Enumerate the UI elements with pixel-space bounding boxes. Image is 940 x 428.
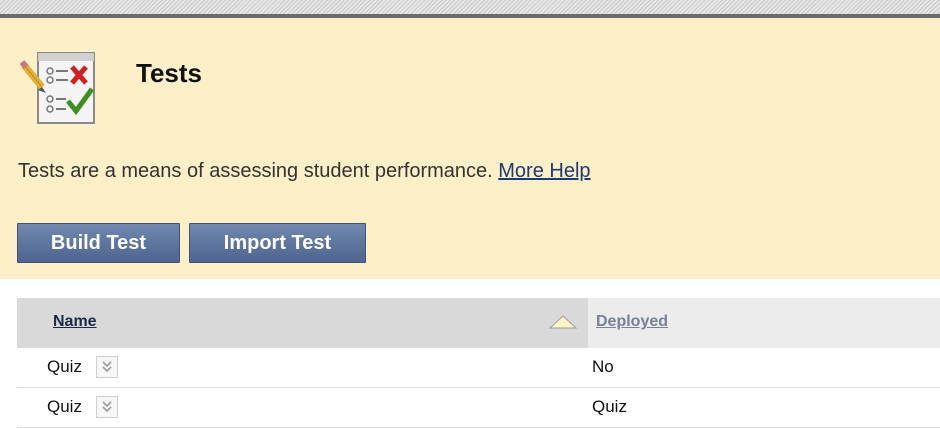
column-header-deployed[interactable]: Deployed (588, 298, 940, 348)
tests-table: Name Deployed Quiz No Quiz Quiz (17, 298, 940, 428)
sort-ascending-icon[interactable] (548, 315, 578, 329)
column-header-deployed-label[interactable]: Deployed (596, 313, 668, 331)
column-header-name[interactable]: Name (17, 298, 588, 348)
deployed-value: Quiz (592, 397, 627, 416)
description-text: Tests are a means of assessing student p… (18, 160, 493, 182)
item-menu-chevron-icon[interactable] (96, 356, 118, 378)
test-name[interactable]: Quiz (47, 397, 82, 417)
more-help-link[interactable]: More Help (498, 160, 590, 182)
table-row: Quiz No (17, 348, 940, 388)
top-stripe (0, 0, 940, 18)
page-description: Tests are a means of assessing student p… (18, 158, 591, 184)
table-row: Quiz Quiz (17, 388, 940, 428)
build-test-button[interactable]: Build Test (17, 223, 180, 263)
tests-page: Tests Tests are a means of assessing stu… (0, 0, 940, 428)
tests-checklist-icon (19, 47, 102, 129)
table-header: Name Deployed (17, 298, 940, 348)
item-menu-chevron-icon[interactable] (96, 396, 118, 418)
page-header-panel: Tests Tests are a means of assessing stu… (0, 18, 940, 279)
page-title: Tests (136, 58, 202, 88)
column-header-name-label[interactable]: Name (53, 313, 97, 331)
deployed-value: No (592, 357, 614, 376)
import-test-button[interactable]: Import Test (189, 223, 366, 263)
test-name[interactable]: Quiz (47, 357, 82, 377)
